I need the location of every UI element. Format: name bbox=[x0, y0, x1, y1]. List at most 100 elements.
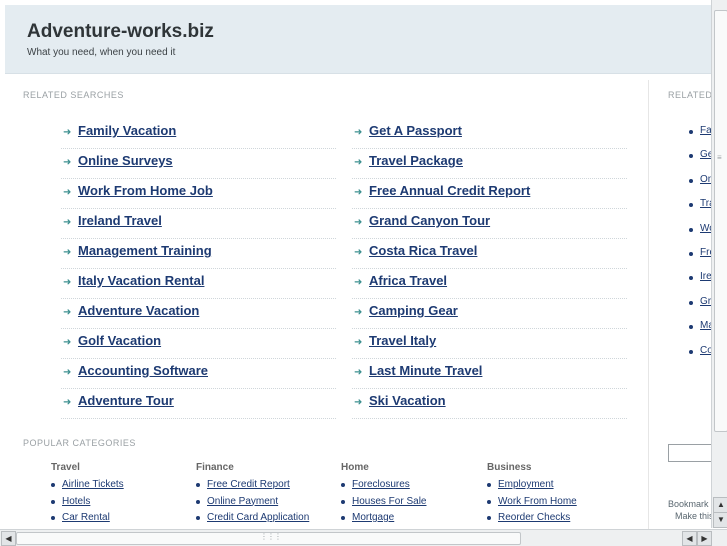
search-row: ➜ Adventure Tour bbox=[61, 389, 336, 419]
category-link[interactable]: Houses For Sale bbox=[352, 496, 426, 507]
arrow-right-icon: ➜ bbox=[63, 157, 72, 168]
vertical-scrollbar-thumb[interactable]: ≡ bbox=[714, 10, 727, 432]
search-link[interactable]: Work From Home Job bbox=[78, 183, 213, 198]
search-link[interactable]: Travel Italy bbox=[369, 333, 436, 348]
arrow-right-icon: ➜ bbox=[63, 217, 72, 228]
right-panel-item: On bbox=[655, 174, 715, 198]
search-link[interactable]: Online Surveys bbox=[78, 153, 173, 168]
search-link[interactable]: Costa Rica Travel bbox=[369, 243, 477, 258]
bullet-dot-icon bbox=[689, 349, 693, 354]
arrow-right-icon: ➜ bbox=[63, 397, 72, 408]
bullet-dot-icon bbox=[196, 483, 200, 487]
scroll-grip-h-icon: ⋮⋮⋮ bbox=[260, 532, 282, 541]
right-panel-title: RELATED bbox=[668, 90, 713, 100]
arrow-right-icon: ➜ bbox=[63, 307, 72, 318]
right-panel-link[interactable]: Ire bbox=[700, 271, 712, 282]
right-panel-item: Co bbox=[655, 345, 715, 369]
arrow-right-icon: ➜ bbox=[354, 157, 363, 168]
right-panel-link[interactable]: Gr bbox=[700, 296, 711, 307]
category-heading: Finance bbox=[196, 462, 234, 473]
category-link[interactable]: Employment bbox=[498, 479, 554, 490]
category-item: Houses For Sale bbox=[341, 495, 471, 512]
category-link[interactable]: Reorder Checks bbox=[498, 512, 570, 523]
search-link[interactable]: Ski Vacation bbox=[369, 393, 446, 408]
search-link[interactable]: Family Vacation bbox=[78, 123, 176, 138]
scroll-right-icon[interactable]: ▶ bbox=[697, 531, 712, 546]
search-row: ➜ Ski Vacation bbox=[352, 389, 627, 419]
category-link[interactable]: Foreclosures bbox=[352, 479, 410, 490]
search-link[interactable]: Adventure Tour bbox=[78, 393, 174, 408]
category-link[interactable]: Airline Tickets bbox=[62, 479, 124, 490]
category-link[interactable]: Mortgage bbox=[352, 512, 394, 523]
bullet-dot-icon bbox=[689, 251, 693, 256]
scroll-up-icon[interactable]: ▲ bbox=[713, 497, 727, 513]
search-link[interactable]: Ireland Travel bbox=[78, 213, 162, 228]
right-panel-item: Fre bbox=[655, 247, 715, 271]
arrow-right-icon: ➜ bbox=[354, 277, 363, 288]
arrow-right-icon: ➜ bbox=[63, 187, 72, 198]
search-link[interactable]: Camping Gear bbox=[369, 303, 458, 318]
scroll-left-icon-2[interactable]: ◀ bbox=[682, 531, 697, 546]
search-row: ➜ Family Vacation bbox=[61, 119, 336, 149]
arrow-right-icon: ➜ bbox=[354, 367, 363, 378]
category-link[interactable]: Work From Home bbox=[498, 496, 577, 507]
category-link[interactable]: Hotels bbox=[62, 496, 90, 507]
search-link[interactable]: Golf Vacation bbox=[78, 333, 161, 348]
bookmark-line-2[interactable]: Make this bbox=[668, 510, 714, 522]
search-link[interactable]: Free Annual Credit Report bbox=[369, 183, 530, 198]
scroll-down-icon[interactable]: ▼ bbox=[713, 512, 727, 528]
bullet-dot-icon bbox=[689, 300, 693, 305]
category-item: Online Payment bbox=[196, 495, 326, 512]
search-row: ➜ Free Annual Credit Report bbox=[352, 179, 627, 209]
search-row: ➜ Italy Vacation Rental bbox=[61, 269, 336, 299]
category-column: Finance Free Credit Report Online Payment C… bbox=[196, 462, 326, 528]
search-link[interactable]: Get A Passport bbox=[369, 123, 462, 138]
category-item: Hotels bbox=[51, 495, 181, 512]
search-row: ➜ Management Training bbox=[61, 239, 336, 269]
horizontal-scrollbar[interactable]: ◀ ⋮⋮⋮ ◀ ▶ bbox=[0, 529, 727, 546]
category-item: Work From Home bbox=[487, 495, 617, 512]
right-panel-list: Fa Ge On Tra Wo Fre Ire Gr Ma Co bbox=[655, 125, 715, 369]
search-row: ➜ Costa Rica Travel bbox=[352, 239, 627, 269]
search-row: ➜ Last Minute Travel bbox=[352, 359, 627, 389]
category-item: Free Credit Report bbox=[196, 478, 326, 495]
category-item: Airline Tickets bbox=[51, 478, 181, 495]
search-link[interactable]: Adventure Vacation bbox=[78, 303, 199, 318]
category-link[interactable]: Credit Card Application bbox=[207, 512, 309, 523]
related-searches-left-column: ➜ Family Vacation ➜ Online Surveys ➜ Work Fro… bbox=[61, 119, 336, 419]
scroll-left-icon[interactable]: ◀ bbox=[1, 531, 16, 546]
right-panel-item: Ma bbox=[655, 320, 715, 344]
category-link[interactable]: Online Payment bbox=[207, 496, 278, 507]
search-link[interactable]: Accounting Software bbox=[78, 363, 208, 378]
search-link[interactable]: Grand Canyon Tour bbox=[369, 213, 490, 228]
bullet-dot-icon bbox=[196, 516, 200, 520]
bullet-dot-icon bbox=[689, 203, 693, 208]
right-panel-input[interactable] bbox=[668, 444, 715, 462]
search-row: ➜ Camping Gear bbox=[352, 299, 627, 329]
category-heading: Home bbox=[341, 462, 369, 473]
category-link[interactable]: Free Credit Report bbox=[207, 479, 290, 490]
category-item: Car Rental bbox=[51, 511, 181, 528]
bullet-dot-icon bbox=[487, 516, 491, 520]
bookmark-line-1[interactable]: Bookmark bbox=[668, 498, 714, 510]
bullet-dot-icon bbox=[689, 154, 693, 159]
search-link[interactable]: Last Minute Travel bbox=[369, 363, 482, 378]
site-title[interactable]: Adventure-works.biz bbox=[27, 21, 214, 43]
right-panel: RELATED Fa Ge On Tra Wo Fre Ire Gr Ma Co Bookmark… bbox=[655, 80, 715, 530]
vertical-scrollbar[interactable]: ≡ ▲ ▼ bbox=[711, 0, 727, 528]
bookmark-text[interactable]: Bookmark Make this bbox=[668, 498, 714, 522]
site-tagline: What you need, when you need it bbox=[27, 47, 176, 58]
category-link[interactable]: Car Rental bbox=[62, 512, 110, 523]
search-link[interactable]: Travel Package bbox=[369, 153, 463, 168]
search-link[interactable]: Italy Vacation Rental bbox=[78, 273, 204, 288]
search-link[interactable]: Africa Travel bbox=[369, 273, 447, 288]
arrow-right-icon: ➜ bbox=[354, 127, 363, 138]
bullet-dot-icon bbox=[689, 227, 693, 232]
arrow-right-icon: ➜ bbox=[354, 307, 363, 318]
horizontal-scrollbar-thumb[interactable]: ⋮⋮⋮ bbox=[16, 532, 521, 545]
bullet-dot-icon bbox=[341, 483, 345, 487]
category-column: Business Employment Work From Home Reorder … bbox=[487, 462, 617, 528]
right-panel-link[interactable]: Fa bbox=[700, 125, 712, 136]
search-link[interactable]: Management Training bbox=[78, 243, 212, 258]
search-row: ➜ Work From Home Job bbox=[61, 179, 336, 209]
